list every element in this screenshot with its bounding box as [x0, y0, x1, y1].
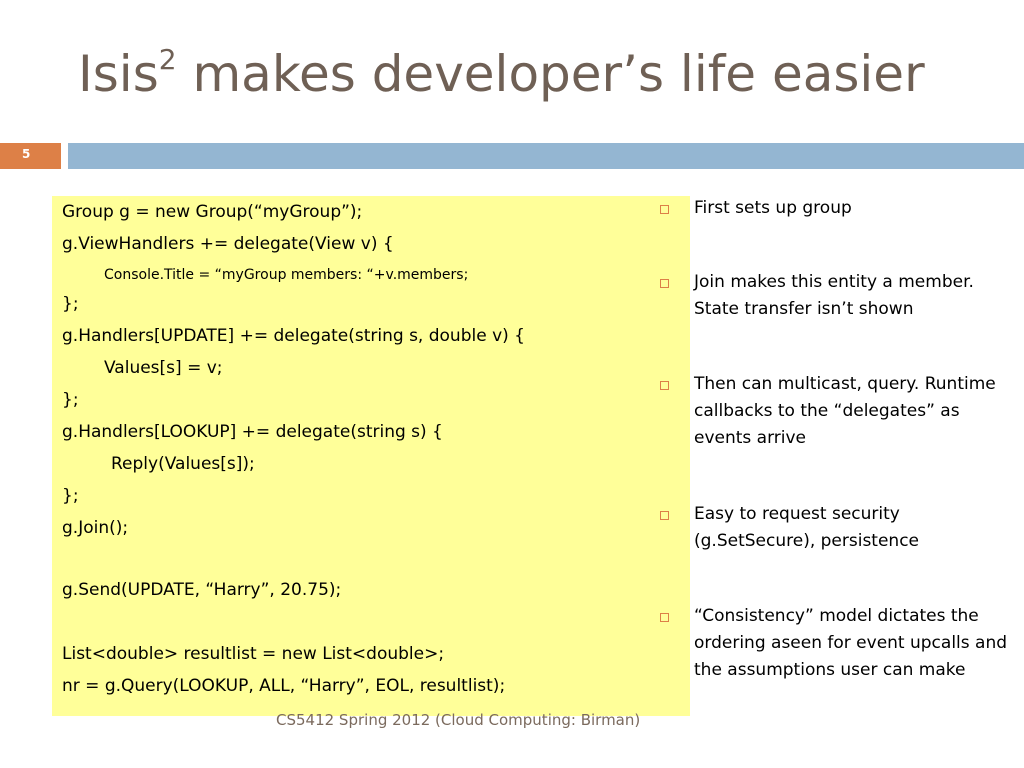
code-line: }; [62, 486, 79, 506]
code-line: }; [62, 390, 79, 410]
code-line: Reply(Values[s]); [111, 454, 255, 474]
code-line: List<double> resultlist = new List<doubl… [62, 644, 445, 664]
code-line: g.Handlers[LOOKUP] += delegate(string s)… [62, 422, 443, 442]
code-line: g.Handlers[UPDATE] += delegate(string s,… [62, 326, 525, 346]
header-divider-bar [68, 143, 1024, 169]
code-line: g.ViewHandlers += delegate(View v) { [62, 234, 394, 254]
bullet-square-icon [660, 205, 669, 214]
title-main: Isis [78, 45, 159, 103]
code-line: g.Join(); [62, 518, 129, 538]
code-line: }; [62, 294, 79, 314]
bullet-square-icon [660, 511, 669, 520]
code-line: Values[s] = v; [104, 358, 223, 378]
bullet-text: First sets up group [694, 198, 852, 218]
bullet-square-icon [660, 381, 669, 390]
code-line: nr = g.Query(LOOKUP, ALL, “Harry”, EOL, … [62, 676, 506, 696]
bullet-square-icon [660, 279, 669, 288]
slide-number: 5 [22, 147, 31, 161]
bullet-text: “Consistency” model dictates the orderin… [694, 606, 1008, 680]
title-rest: makes developer’s life easier [176, 45, 925, 103]
slide-number-box [0, 143, 61, 169]
bullet-square-icon [660, 613, 669, 622]
code-line: Console.Title = “myGroup members: “+v.me… [104, 267, 469, 283]
bullet-text: Join makes this entity a member. State t… [694, 272, 974, 319]
slide-footer: CS5412 Spring 2012 (Cloud Computing: Bir… [276, 711, 641, 729]
code-line: Group g = new Group(“myGroup”); [62, 202, 363, 222]
title-superscript: 2 [158, 43, 177, 76]
code-line: g.Send(UPDATE, “Harry”, 20.75); [62, 580, 342, 600]
bullet-text: Then can multicast, query. Runtime callb… [694, 374, 996, 448]
slide-title: Isis2 makes developer’s life easier [78, 43, 925, 100]
bullet-text: Easy to request security (g.SetSecure), … [694, 504, 920, 551]
